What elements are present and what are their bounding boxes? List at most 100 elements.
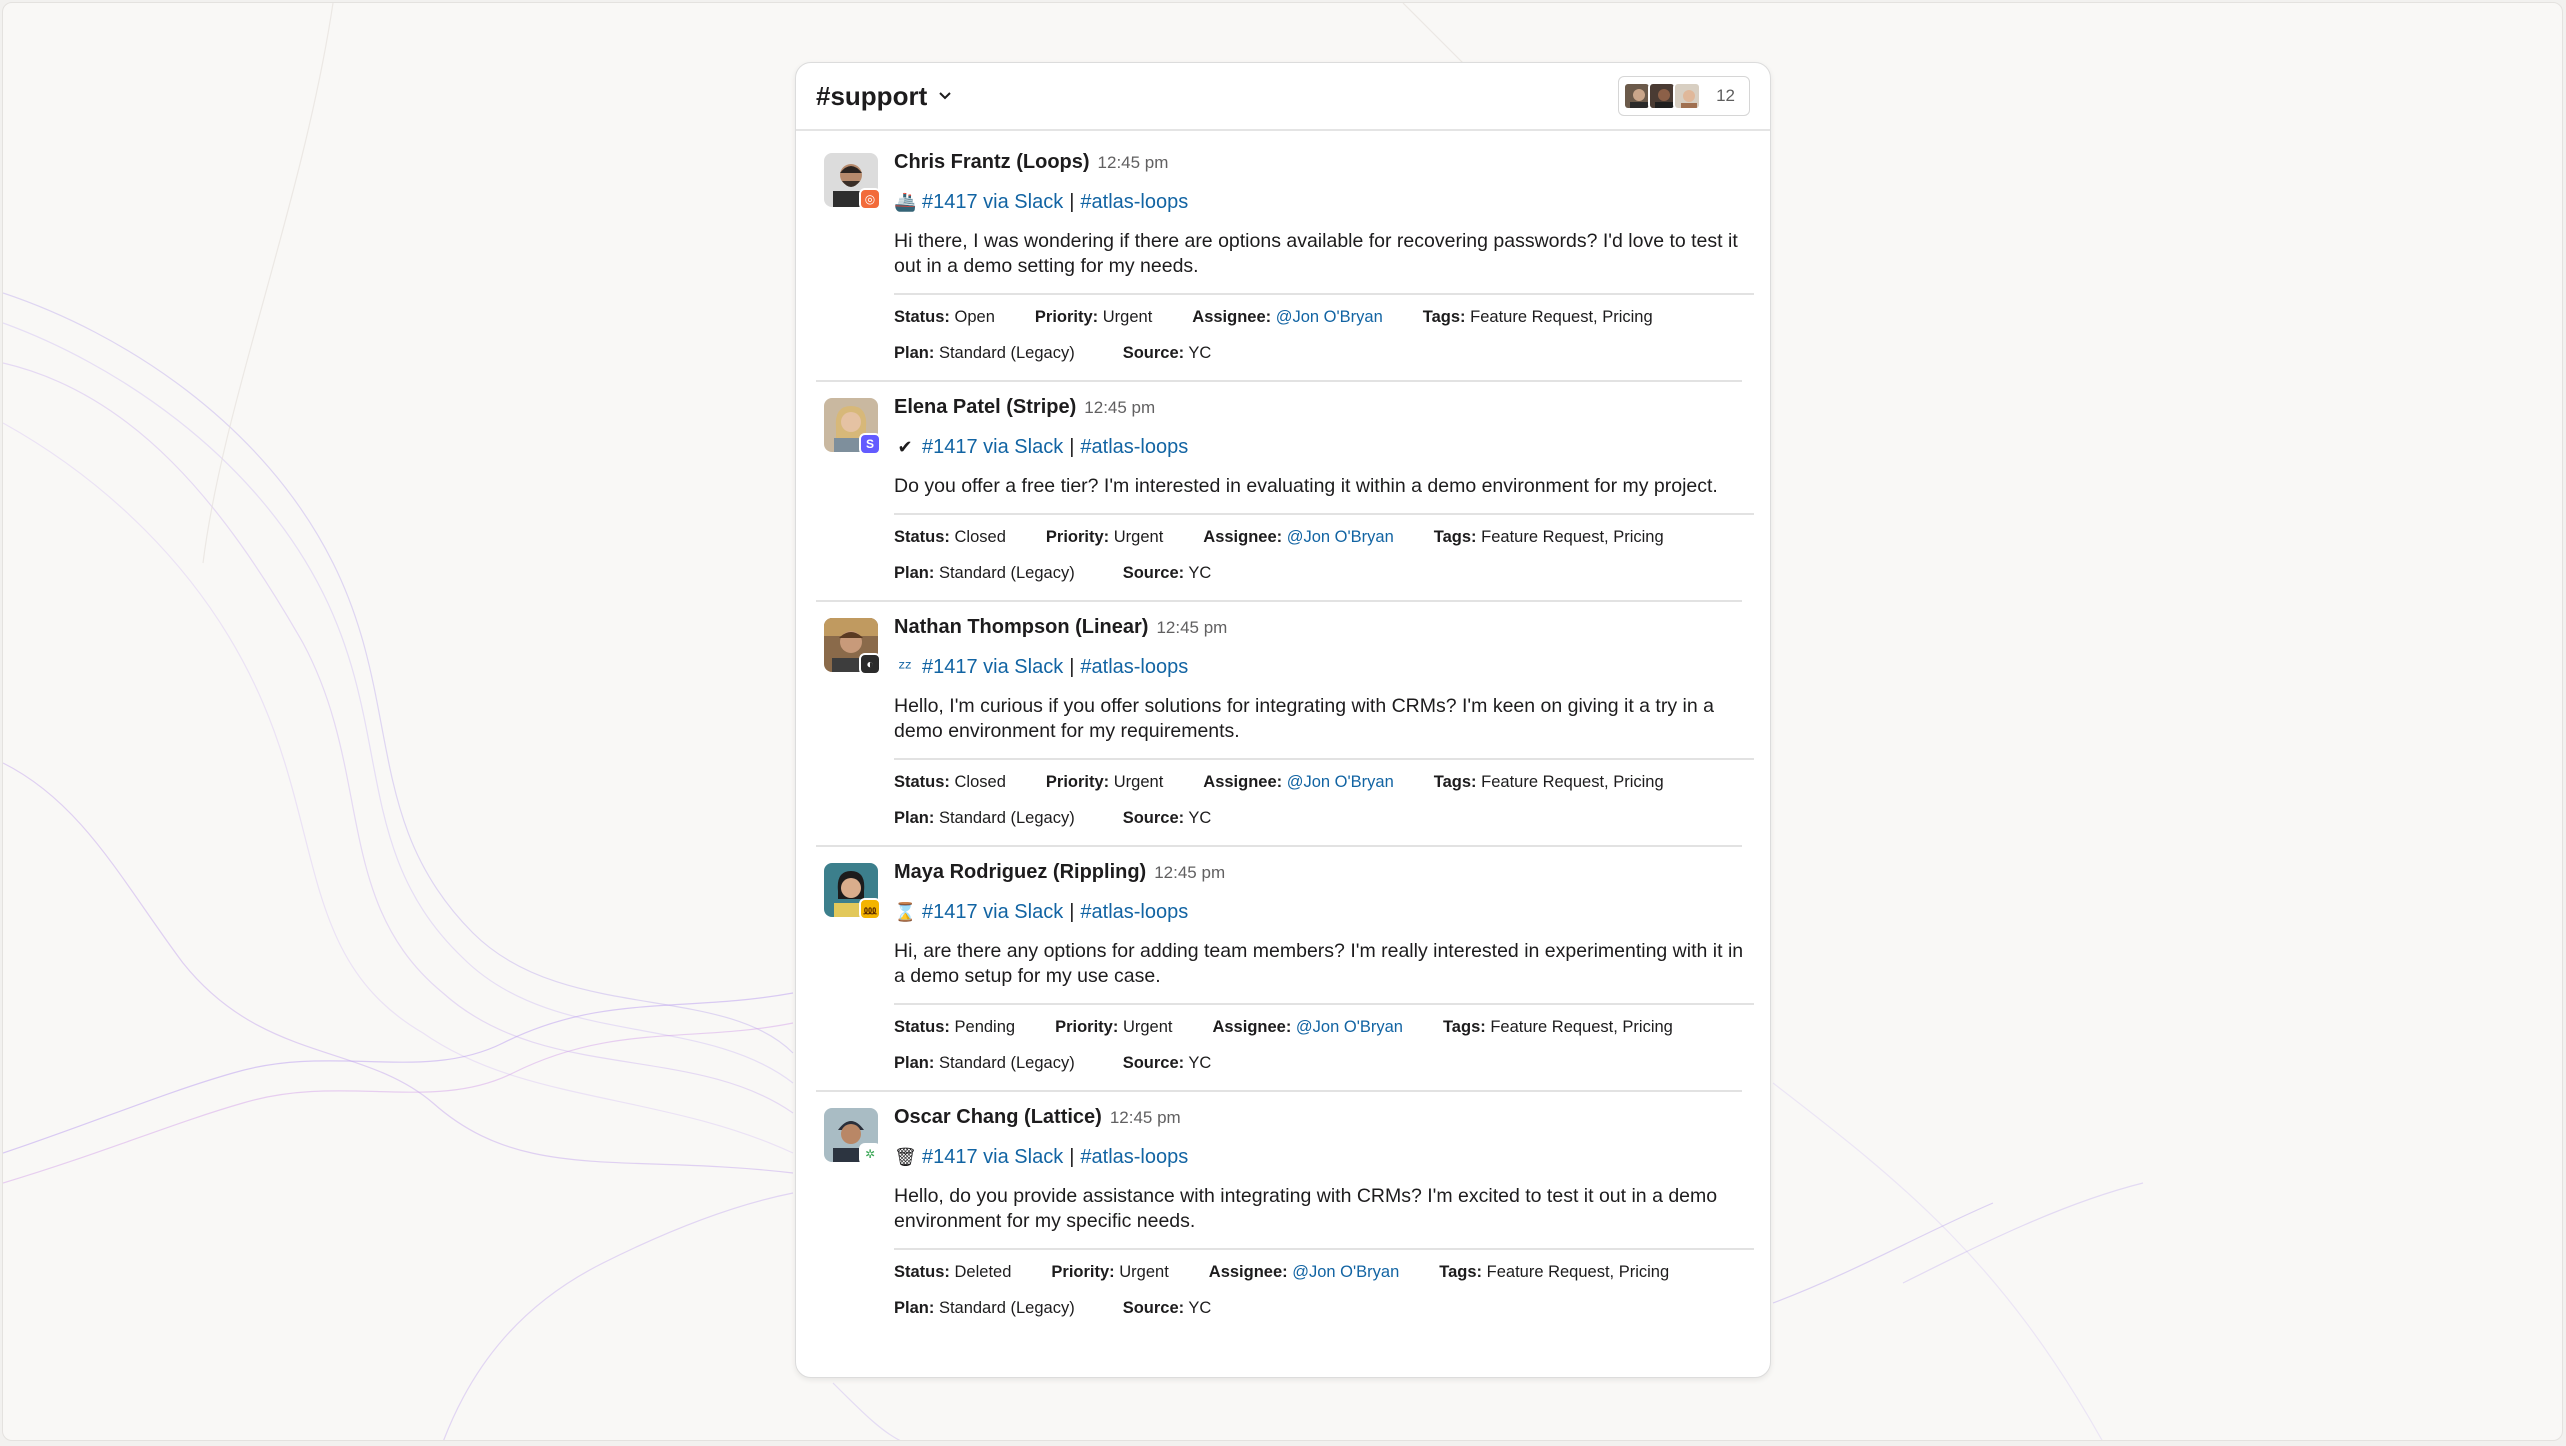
source-field: Source: YC [1122,564,1212,582]
priority-field: Priority: Urgent [1034,308,1153,326]
author-avatar[interactable]: ◎ [824,153,881,210]
message-timestamp[interactable]: 12:45 pm [1154,863,1225,883]
checkmark-icon: ✔ [897,436,913,457]
member-count: 12 [1716,86,1735,105]
company-badge-icon: S [859,433,881,455]
source-field: Source: YC [1122,344,1212,362]
assignee-field: Assignee: @Jon O'Bryan [1208,1263,1400,1281]
link-separator: | [1069,655,1075,678]
author-avatar[interactable]: ⅏ [824,863,881,920]
author-name[interactable]: Chris Frantz (Loops) [894,151,1090,174]
ticket-link[interactable]: #1417 via Slack [922,1146,1063,1169]
ticket-link[interactable]: #1417 via Slack [922,901,1063,924]
message-divider [816,1090,1742,1092]
ticket-fields: Status: Deleted Priority: Urgent Assigne… [894,1263,1754,1321]
plan-field: Plan: Standard (Legacy) [894,344,1075,362]
trash-icon: 🗑 [894,1146,917,1167]
message-item: ◎ Chris Frantz (Loops) 12:45 pm 🚢 #1417 … [824,151,1754,366]
tags-field: Tags: Feature Request, Pricing [1439,1263,1670,1281]
channel-link[interactable]: #atlas-loops [1080,901,1188,924]
ticket-link[interactable]: #1417 via Slack [922,191,1063,214]
author-avatar[interactable]: ◐ [824,618,881,675]
priority-field: Priority: Urgent [1045,773,1164,791]
members-button[interactable]: 12 [1618,76,1750,116]
sleeping-icon: ᶻᶻ [898,656,912,677]
message-divider [816,600,1742,602]
link-separator: | [1069,190,1075,213]
ship-icon: 🚢 [894,191,917,212]
priority-field: Priority: Urgent [1045,528,1164,546]
message-item: S Elena Patel (Stripe) 12:45 pm ✔ #1417 … [824,396,1754,586]
ticket-fields: Status: Open Priority: Urgent Assignee: … [894,308,1754,366]
divider [894,758,1754,760]
author-name[interactable]: Oscar Chang (Lattice) [894,1106,1102,1129]
chevron-down-icon [939,92,951,100]
ticket-fields: Status: Closed Priority: Urgent Assignee… [894,528,1754,586]
assignee-field: Assignee: @Jon O'Bryan [1212,1018,1403,1036]
ticket-fields: Status: Closed Priority: Urgent Assignee… [894,773,1754,831]
message-divider [816,380,1742,382]
tags-field: Tags: Feature Request, Pricing [1433,773,1664,791]
message-text: Do you offer a free tier? I'm interested… [894,475,1718,497]
channel-header: #support 12 [796,63,1770,131]
message-feed: ◎ Chris Frantz (Loops) 12:45 pm 🚢 #1417 … [796,131,1770,1321]
message-text: Hi, are there any options for adding tea… [894,940,1744,987]
channel-name: #support [816,80,928,111]
channel-link[interactable]: #atlas-loops [1080,191,1188,214]
message-timestamp[interactable]: 12:45 pm [1156,618,1227,638]
status-field: Status: Pending [894,1018,1016,1036]
source-field: Source: YC [1122,1054,1212,1072]
ticket-fields: Status: Pending Priority: Urgent Assigne… [894,1018,1754,1076]
message-text: Hello, I'm curious if you offer solution… [894,695,1714,742]
assignee-field: Assignee: @Jon O'Bryan [1203,773,1394,791]
message-item: ◐ Nathan Thompson (Linear) 12:45 pm ᶻᶻ #… [824,616,1754,831]
tags-field: Tags: Feature Request, Pricing [1422,308,1653,326]
author-name[interactable]: Maya Rodriguez (Rippling) [894,861,1146,884]
message-timestamp[interactable]: 12:45 pm [1110,1108,1181,1128]
assignee-mention[interactable]: @Jon O'Bryan [1292,1263,1399,1281]
author-avatar[interactable]: S [824,398,881,455]
ticket-link[interactable]: #1417 via Slack [922,656,1063,679]
assignee-mention[interactable]: @Jon O'Bryan [1287,528,1394,546]
assignee-field: Assignee: @Jon O'Bryan [1203,528,1394,546]
message-text: Hi there, I was wondering if there are o… [894,230,1738,277]
assignee-mention[interactable]: @Jon O'Bryan [1296,1018,1403,1036]
author-avatar[interactable]: ✲ [824,1108,881,1165]
source-field: Source: YC [1122,809,1212,827]
message-timestamp[interactable]: 12:45 pm [1084,398,1155,418]
assignee-mention[interactable]: @Jon O'Bryan [1276,308,1383,326]
hourglass-icon: ⌛ [894,901,917,922]
divider [894,1248,1754,1250]
ticket-link[interactable]: #1417 via Slack [922,436,1063,459]
channel-link[interactable]: #atlas-loops [1080,436,1188,459]
assignee-mention[interactable]: @Jon O'Bryan [1287,773,1394,791]
member-avatar [1648,82,1677,110]
member-avatar [1673,82,1702,110]
priority-field: Priority: Urgent [1055,1018,1173,1036]
plan-field: Plan: Standard (Legacy) [894,1299,1075,1317]
divider [894,513,1754,515]
channel-link[interactable]: #atlas-loops [1080,656,1188,679]
link-separator: | [1069,435,1075,458]
divider [894,293,1754,295]
company-badge-icon: ✲ [859,1143,881,1165]
author-name[interactable]: Elena Patel (Stripe) [894,396,1076,419]
status-field: Status: Closed [894,528,1006,546]
channel-link[interactable]: #atlas-loops [1080,1146,1188,1169]
message-item: ✲ Oscar Chang (Lattice) 12:45 pm 🗑 #1417… [824,1106,1754,1321]
plan-field: Plan: Standard (Legacy) [894,809,1075,827]
link-separator: | [1069,1145,1075,1168]
channel-name-button[interactable]: #support [816,81,953,112]
plan-field: Plan: Standard (Legacy) [894,564,1075,582]
channel-window: #support 12 ◎ Chris Frantz (Loops) 12:45… [795,62,1771,1378]
message-timestamp[interactable]: 12:45 pm [1098,153,1169,173]
priority-field: Priority: Urgent [1051,1263,1169,1281]
status-field: Status: Deleted [894,1263,1012,1281]
author-name[interactable]: Nathan Thompson (Linear) [894,616,1148,639]
status-field: Status: Closed [894,773,1006,791]
company-badge-icon: ◐ [859,653,881,675]
company-badge-icon: ⅏ [859,898,881,920]
link-separator: | [1069,900,1075,923]
assignee-field: Assignee: @Jon O'Bryan [1192,308,1383,326]
message-text: Hello, do you provide assistance with in… [894,1185,1718,1232]
